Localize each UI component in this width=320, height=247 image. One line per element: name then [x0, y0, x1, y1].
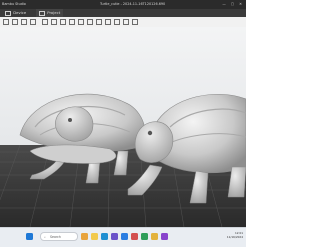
layers-icon[interactable] [30, 19, 36, 25]
mail-icon[interactable] [121, 233, 128, 240]
project-icon [39, 10, 45, 16]
window-controls[interactable]: — ▢ ✕ [222, 0, 244, 9]
slicer-icon[interactable] [141, 233, 148, 240]
grid-icon[interactable] [12, 19, 18, 25]
tray-date: 11/16/2024 [226, 235, 243, 239]
add-icon[interactable] [3, 19, 9, 25]
3d-viewport[interactable] [0, 27, 246, 227]
app-title: Bambu Studio [2, 2, 26, 6]
seam-icon[interactable] [105, 19, 111, 25]
widgets-icon[interactable] [81, 233, 88, 240]
photos-icon[interactable] [131, 233, 138, 240]
file-explorer-icon[interactable] [91, 233, 98, 240]
device-icon [5, 10, 11, 16]
measure-icon[interactable] [123, 19, 129, 25]
scale-icon[interactable] [78, 19, 84, 25]
viewport-scene [0, 27, 246, 227]
document-title: Turtle_cutie - 2024-11-16T120126.690 [100, 2, 166, 6]
chrome-icon[interactable] [151, 233, 158, 240]
orient-icon[interactable] [51, 19, 57, 25]
rotate-icon[interactable] [69, 19, 75, 25]
support-icon[interactable] [96, 19, 102, 25]
cube-icon[interactable] [21, 19, 27, 25]
system-tray[interactable]: 12:01 11/16/2024 [227, 231, 243, 239]
tab-device[interactable]: Device [2, 9, 29, 17]
browser-icon[interactable] [101, 233, 108, 240]
tab-project[interactable]: Project [36, 9, 64, 17]
text-icon[interactable] [114, 19, 120, 25]
tab-device-label: Device [13, 10, 27, 15]
start-icon[interactable] [26, 233, 33, 240]
window-titlebar: Bambu Studio Turtle_cutie - 2024-11-16T1… [0, 0, 246, 9]
windows-taskbar: ⌕ Search 12:01 11/16/2024 [0, 227, 246, 247]
tab-project-label: Project [47, 10, 61, 15]
search-icon: ⌕ [44, 235, 46, 239]
move-icon[interactable] [60, 19, 66, 25]
store-icon[interactable] [111, 233, 118, 240]
search-box[interactable]: ⌕ Search [40, 232, 78, 241]
search-placeholder: Search [50, 235, 61, 239]
tab-bar: Device Project [0, 9, 246, 17]
arrange-icon[interactable] [42, 19, 48, 25]
media-icon[interactable] [161, 233, 168, 240]
assembly-icon[interactable] [132, 19, 138, 25]
cut-icon[interactable] [87, 19, 93, 25]
